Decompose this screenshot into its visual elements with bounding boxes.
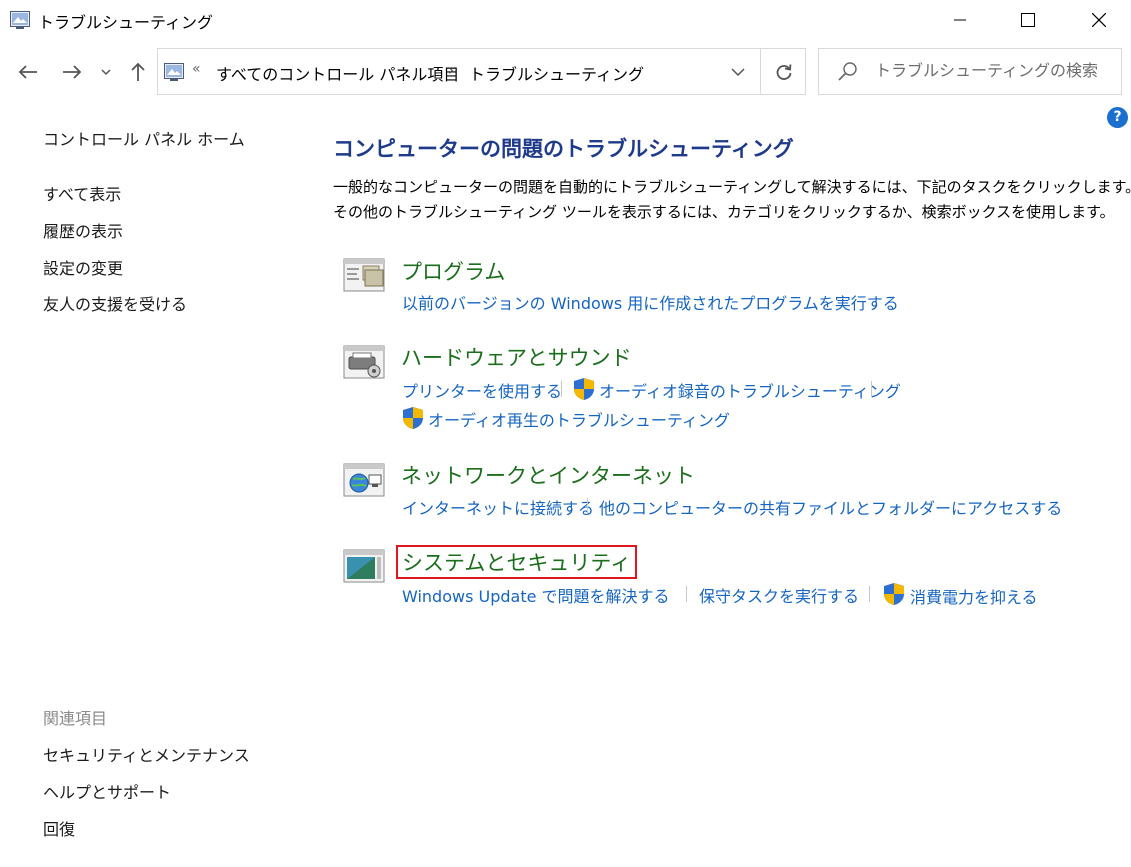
uac-shield-icon	[574, 378, 594, 400]
sidebar-link-history[interactable]: 履歴の表示	[43, 218, 123, 242]
related-heading: 関連項目	[43, 709, 108, 728]
task-reduce-power[interactable]: 消費電力を抑える	[910, 584, 1038, 608]
breadcrumb-all-control-panel-items[interactable]: すべてのコントロール パネル項目	[216, 61, 459, 85]
address-bar[interactable]: « すべてのコントロール パネル項目 › トラブルシューティング	[157, 48, 806, 95]
window-title: トラブルシューティング	[38, 13, 214, 32]
description-line-1: 一般的なコンピューターの問題を自動的にトラブルシューティングして解決するには、下…	[333, 178, 1131, 196]
task-use-printer[interactable]: プリンターを使用する	[402, 378, 562, 402]
troubleshooting-app-icon	[10, 11, 30, 29]
task-separator	[686, 586, 687, 602]
category-system-security[interactable]: システムとセキュリティ	[396, 545, 638, 579]
forward-button[interactable]	[58, 58, 86, 86]
search-box[interactable]	[818, 48, 1122, 95]
task-separator	[561, 381, 562, 397]
recent-locations-button[interactable]	[96, 58, 116, 86]
related-link-recovery[interactable]: 回復	[43, 816, 75, 840]
task-access-shared-files[interactable]: 他のコンピューターの共有ファイルとフォルダーにアクセスする	[599, 495, 1062, 519]
address-dropdown-button[interactable]	[726, 59, 750, 85]
chevron-down-icon	[731, 68, 745, 76]
description-line-2: その他のトラブルシューティング ツールを表示するには、カテゴリをクリックするか、…	[333, 203, 1115, 221]
title-bar: トラブルシューティング	[0, 0, 1131, 40]
breadcrumb-overflow[interactable]: «	[192, 61, 201, 77]
refresh-button[interactable]	[766, 58, 802, 86]
chevron-down-icon	[101, 69, 111, 76]
address-divider	[760, 49, 761, 94]
category-network-internet[interactable]: ネットワークとインターネット	[401, 460, 695, 490]
uac-shield-icon	[403, 407, 423, 429]
minimize-icon	[954, 19, 966, 21]
back-button[interactable]	[14, 58, 42, 86]
breadcrumb-separator-icon[interactable]: ›	[448, 61, 454, 79]
help-button[interactable]: ?	[1107, 107, 1128, 128]
category-programs[interactable]: プログラム	[401, 256, 505, 286]
task-separator	[587, 498, 588, 514]
sidebar-link-show-all[interactable]: すべて表示	[43, 181, 121, 205]
task-run-old-programs[interactable]: 以前のバージョンの Windows 用に作成されたプログラムを実行する	[402, 290, 899, 314]
page-title: コンピューターの問題のトラブルシューティング	[333, 137, 794, 161]
up-arrow-icon	[131, 62, 145, 81]
close-button[interactable]	[1071, 0, 1127, 40]
up-button[interactable]	[124, 58, 152, 86]
sidebar-link-change-settings[interactable]: 設定の変更	[43, 255, 123, 279]
network-internet-icon[interactable]	[343, 461, 389, 499]
uac-shield-icon	[884, 583, 904, 605]
search-input[interactable]	[875, 61, 1111, 80]
maximize-button[interactable]	[1000, 0, 1056, 40]
breadcrumb-troubleshooting[interactable]: トラブルシューティング	[469, 61, 644, 85]
task-fix-windows-update[interactable]: Windows Update で問題を解決する	[402, 583, 670, 607]
sidebar-link-control-panel-home[interactable]: コントロール パネル ホーム	[43, 126, 245, 150]
hardware-sound-icon[interactable]	[343, 343, 389, 381]
task-audio-recording[interactable]: オーディオ録音のトラブルシューティング	[599, 378, 901, 402]
system-security-icon[interactable]	[343, 547, 389, 585]
task-audio-playback[interactable]: オーディオ再生のトラブルシューティング	[428, 407, 730, 431]
task-separator	[871, 381, 872, 397]
task-run-maintenance[interactable]: 保守タスクを実行する	[699, 583, 859, 607]
related-link-help-support[interactable]: ヘルプとサポート	[43, 779, 171, 803]
task-connect-internet[interactable]: インターネットに接続する	[402, 495, 594, 519]
close-icon	[1092, 13, 1106, 27]
maximize-icon	[1021, 13, 1035, 27]
programs-icon[interactable]	[343, 256, 389, 294]
search-icon	[838, 62, 857, 81]
refresh-icon	[776, 64, 792, 80]
forward-arrow-icon	[63, 65, 82, 79]
related-link-security-maintenance[interactable]: セキュリティとメンテナンス	[43, 742, 250, 766]
category-hardware-sound[interactable]: ハードウェアとサウンド	[401, 342, 632, 372]
control-panel-icon	[164, 63, 184, 81]
task-separator	[869, 586, 870, 602]
sidebar-link-get-help-from-friend[interactable]: 友人の支援を受ける	[43, 291, 187, 315]
minimize-button[interactable]	[932, 0, 988, 40]
back-arrow-icon	[18, 65, 37, 79]
